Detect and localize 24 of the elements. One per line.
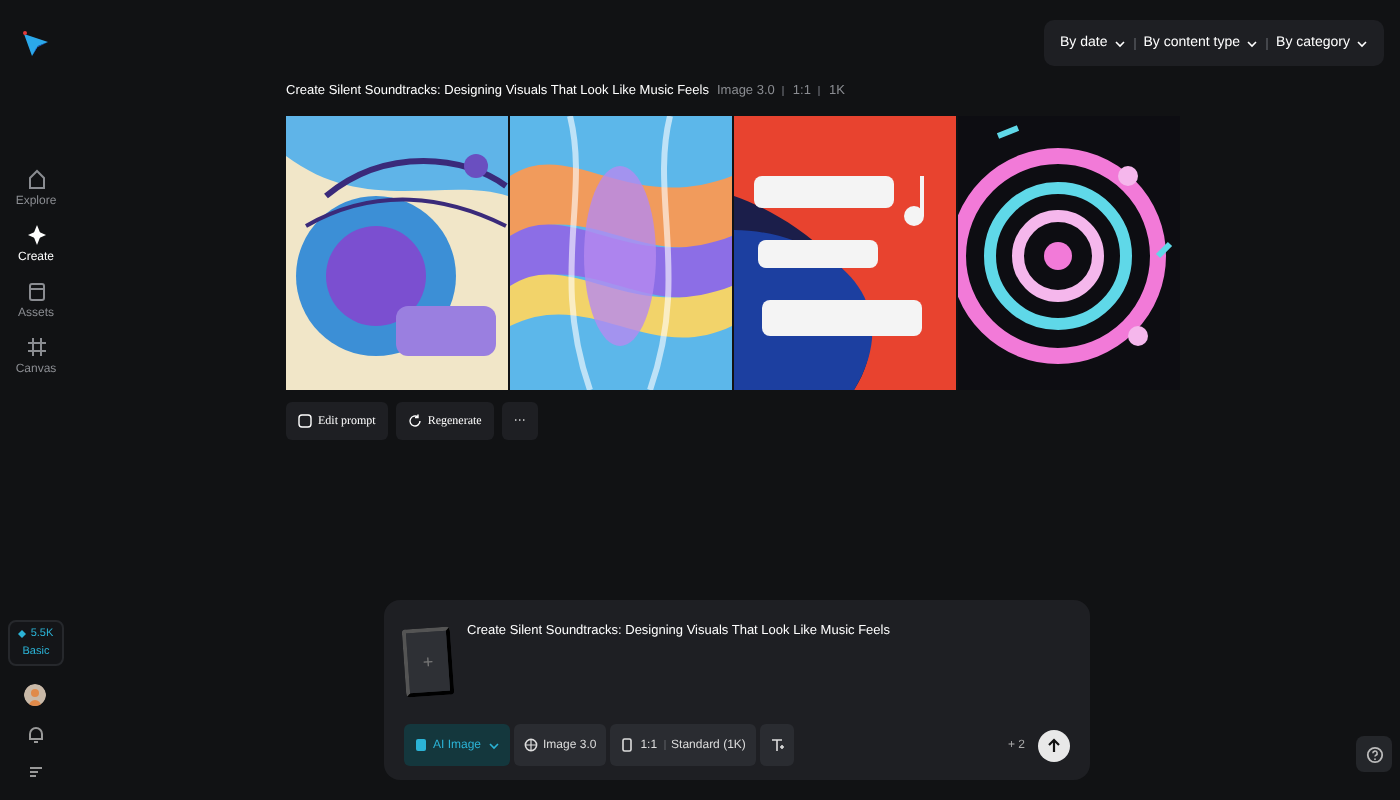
menu-icon[interactable] (25, 762, 46, 782)
text-icon (769, 738, 784, 752)
globe-icon (523, 738, 538, 752)
sparkle-icon (25, 224, 47, 246)
arrow-up-icon (1045, 737, 1061, 753)
bell-icon[interactable] (25, 724, 46, 744)
chevron-down-icon (487, 739, 500, 751)
edit-icon (298, 414, 312, 428)
chevron-down-icon (1246, 37, 1259, 49)
question-icon (1365, 745, 1383, 763)
diamond-icon (18, 630, 27, 638)
home-icon (25, 168, 47, 190)
folder-icon (25, 280, 47, 302)
grid-icon (25, 336, 47, 358)
chevron-down-icon (1113, 37, 1126, 49)
image-icon (413, 738, 427, 752)
avatar[interactable] (24, 684, 47, 706)
help-button[interactable] (1356, 736, 1392, 772)
send-button[interactable] (1037, 729, 1069, 761)
text-button[interactable] (759, 724, 794, 766)
portrait-icon (620, 738, 635, 752)
refresh-icon (407, 414, 422, 428)
chevron-down-icon (1356, 37, 1368, 49)
logo-icon[interactable] (20, 28, 52, 60)
